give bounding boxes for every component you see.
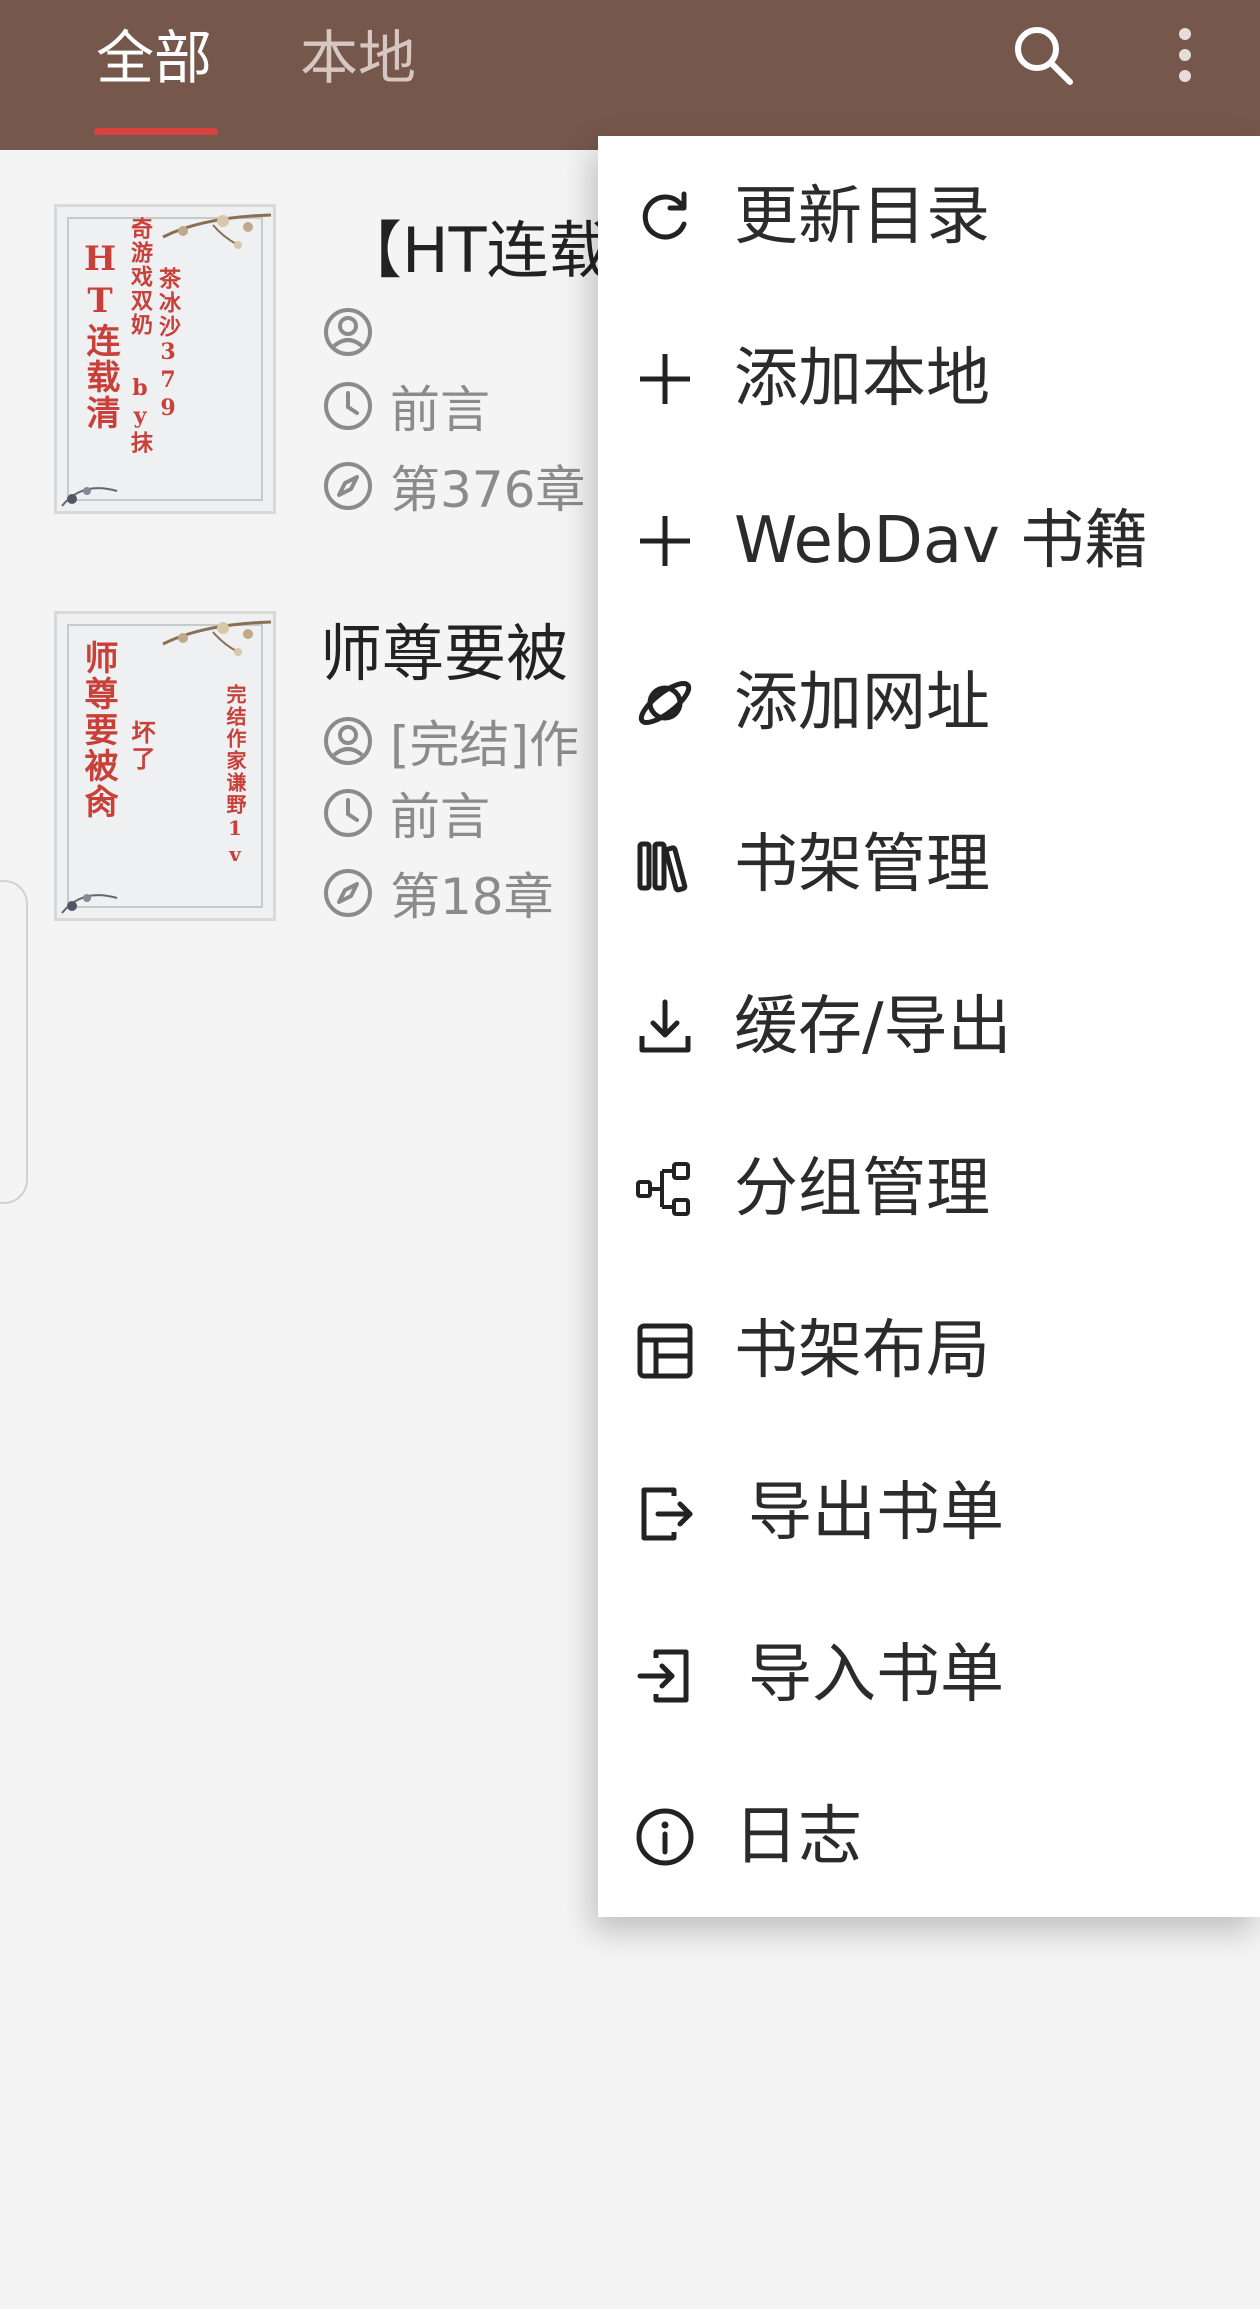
menu-item-export-booklist[interactable]: 导出书单 — [598, 1432, 1260, 1594]
menu-item-label: 导出书单 — [748, 1476, 1004, 1550]
book-title: 师尊要被 — [320, 617, 569, 690]
menu-item-update-toc[interactable]: 更新目录 — [598, 136, 1260, 298]
menu-item-label: 添加网址 — [734, 666, 990, 740]
plus-icon — [640, 516, 690, 566]
compass-icon — [324, 869, 372, 917]
cover-title-text: 师尊要被肏 — [78, 640, 118, 820]
menu-item-label: 添加本地 — [734, 342, 990, 416]
book-latest-row: 第376章 — [322, 454, 585, 519]
side-drawer-handle[interactable] — [0, 880, 28, 1204]
menu-item-label: 更新目录 — [734, 180, 990, 254]
search-icon[interactable] — [1008, 20, 1078, 90]
tab-indicator — [94, 128, 218, 135]
download-icon — [639, 999, 691, 1053]
layout-icon — [637, 1323, 693, 1379]
cover-corner-decoration — [61, 894, 118, 914]
book-cover: 师尊要被肏 坏了 完结作家谦野1v — [54, 611, 276, 921]
plus-icon — [640, 354, 690, 404]
clock-icon — [324, 382, 372, 430]
cover-subtitle-text: by抹 — [127, 375, 153, 455]
group-icon — [636, 1162, 690, 1216]
export-icon — [641, 1487, 693, 1541]
book-latest-chapter: 第18章 — [390, 868, 554, 926]
book-author-row: [完结]作 — [322, 709, 579, 774]
menu-item-bookshelf-manage[interactable]: 书架管理 — [598, 784, 1260, 946]
menu-item-label: WebDav 书籍 — [734, 504, 1149, 578]
app-bar: 全部 本地 — [0, 0, 1260, 150]
book-author: [完结]作 — [390, 716, 580, 774]
person-icon — [324, 308, 372, 356]
book-latest-row: 第18章 — [322, 861, 554, 926]
book-latest-chapter: 第376章 — [390, 461, 586, 519]
menu-item-bookshelf-layout[interactable]: 书架布局 — [598, 1270, 1260, 1432]
cover-subtitle-text: 坏了 — [127, 720, 156, 772]
menu-item-label: 书架布局 — [734, 1314, 990, 1388]
menu-item-webdav-books[interactable]: WebDav 书籍 — [598, 460, 1260, 622]
planet-icon — [638, 680, 692, 726]
menu-item-import-booklist[interactable]: 导入书单 — [598, 1594, 1260, 1756]
menu-item-group-manage[interactable]: 分组管理 — [598, 1108, 1260, 1270]
menu-item-add-local[interactable]: 添加本地 — [598, 298, 1260, 460]
book-cover: HT连载清 奇游戏双奶 茶冰沙379 by抹 — [54, 204, 276, 514]
menu-item-cache-export[interactable]: 缓存/导出 — [598, 946, 1260, 1108]
menu-item-label: 缓存/导出 — [734, 990, 1012, 1064]
cover-title-text: HT连载清 — [80, 239, 120, 431]
more-vert-icon[interactable] — [1150, 20, 1220, 90]
cover-subtitle-text: 奇游戏双奶 — [127, 217, 153, 337]
menu-item-log[interactable]: 日志 — [598, 1756, 1260, 1918]
tab-local[interactable]: 本地 — [300, 18, 416, 98]
menu-item-label: 导入书单 — [748, 1638, 1004, 1712]
book-read-progress: 前言 — [390, 381, 490, 439]
book-read-progress: 前言 — [390, 788, 490, 846]
cover-branch-decoration — [162, 620, 272, 656]
cover-subtitle-text: 茶冰沙379 — [155, 267, 181, 423]
cover-corner-decoration — [61, 487, 118, 507]
person-icon — [324, 717, 372, 765]
book-progress-row: 前言 — [322, 781, 490, 846]
bookshelf-icon — [637, 841, 688, 893]
cover-branch-decoration — [162, 213, 272, 249]
book-title: 【HT连载 — [340, 214, 611, 287]
menu-item-add-url[interactable]: 添加网址 — [598, 622, 1260, 784]
menu-item-label: 日志 — [734, 1800, 862, 1874]
compass-icon — [324, 462, 372, 510]
overflow-menu: 更新目录 添加本地 WebDav 书籍 添加网址 书架管理 缓存/导出 分组管理… — [598, 136, 1260, 1917]
clock-icon — [324, 789, 372, 837]
menu-item-label: 分组管理 — [734, 1152, 990, 1226]
book-author-row — [322, 300, 390, 364]
refresh-icon — [642, 191, 687, 240]
tab-all[interactable]: 全部 — [96, 18, 212, 98]
cover-subtitle-text: 完结作家谦野1v — [223, 684, 247, 868]
import-icon — [637, 1649, 689, 1703]
book-progress-row: 前言 — [322, 374, 490, 439]
menu-item-label: 书架管理 — [734, 828, 990, 902]
info-icon — [636, 1808, 694, 1866]
